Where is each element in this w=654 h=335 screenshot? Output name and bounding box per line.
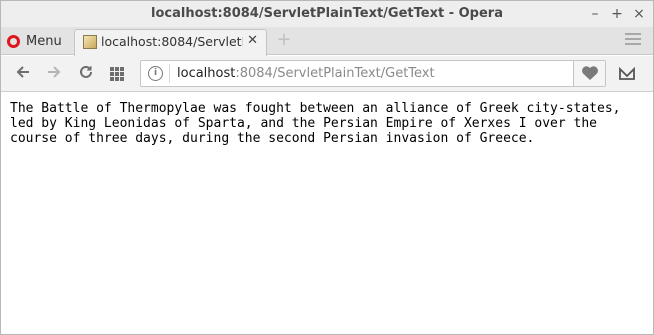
address-separator [169, 64, 170, 83]
mail-icon[interactable] [618, 66, 638, 82]
opera-menu-button[interactable]: Menu [7, 29, 67, 53]
window-title: localhost:8084/ServletPlainText/GetText … [151, 6, 503, 21]
tab-strip: Menu localhost:8084/ServletPla ✕ + [1, 27, 653, 56]
page-favicon-icon [83, 35, 97, 49]
reload-icon[interactable] [76, 64, 96, 84]
forward-arrow-icon[interactable] [44, 64, 64, 84]
tab-active[interactable]: localhost:8084/ServletPla ✕ [74, 29, 267, 56]
address-bar[interactable]: i localhost:8084/ServletPlainText/GetTex… [140, 60, 606, 87]
new-tab-button[interactable]: + [275, 31, 293, 49]
url-text[interactable]: localhost:8084/ServletPlainText/GetText [177, 66, 435, 81]
back-arrow-icon[interactable] [13, 64, 33, 84]
plain-text-body: The Battle of Thermopylae was fought bet… [10, 101, 621, 146]
page-content: The Battle of Thermopylae was fought bet… [1, 93, 653, 334]
url-path: :8084/ServletPlainText/GetText [235, 66, 435, 81]
minimize-button[interactable]: – [585, 4, 605, 24]
title-bar: localhost:8084/ServletPlainText/GetText … [1, 1, 653, 27]
close-window-button[interactable]: × [629, 4, 649, 24]
speed-dial-grid-icon[interactable] [110, 67, 124, 81]
tab-menu-icon[interactable] [625, 33, 641, 47]
url-host: localhost [177, 66, 236, 81]
site-info-icon[interactable]: i [148, 66, 163, 81]
bookmark-heart-icon[interactable] [573, 61, 605, 86]
menu-label: Menu [26, 33, 62, 49]
tab-label: localhost:8084/ServletPla [101, 34, 243, 49]
maximize-button[interactable]: + [607, 4, 627, 24]
opera-logo-icon [7, 34, 20, 48]
navigation-toolbar: i localhost:8084/ServletPlainText/GetTex… [1, 56, 653, 92]
browser-window: localhost:8084/ServletPlainText/GetText … [0, 0, 654, 335]
tab-close-icon[interactable]: ✕ [247, 33, 258, 48]
